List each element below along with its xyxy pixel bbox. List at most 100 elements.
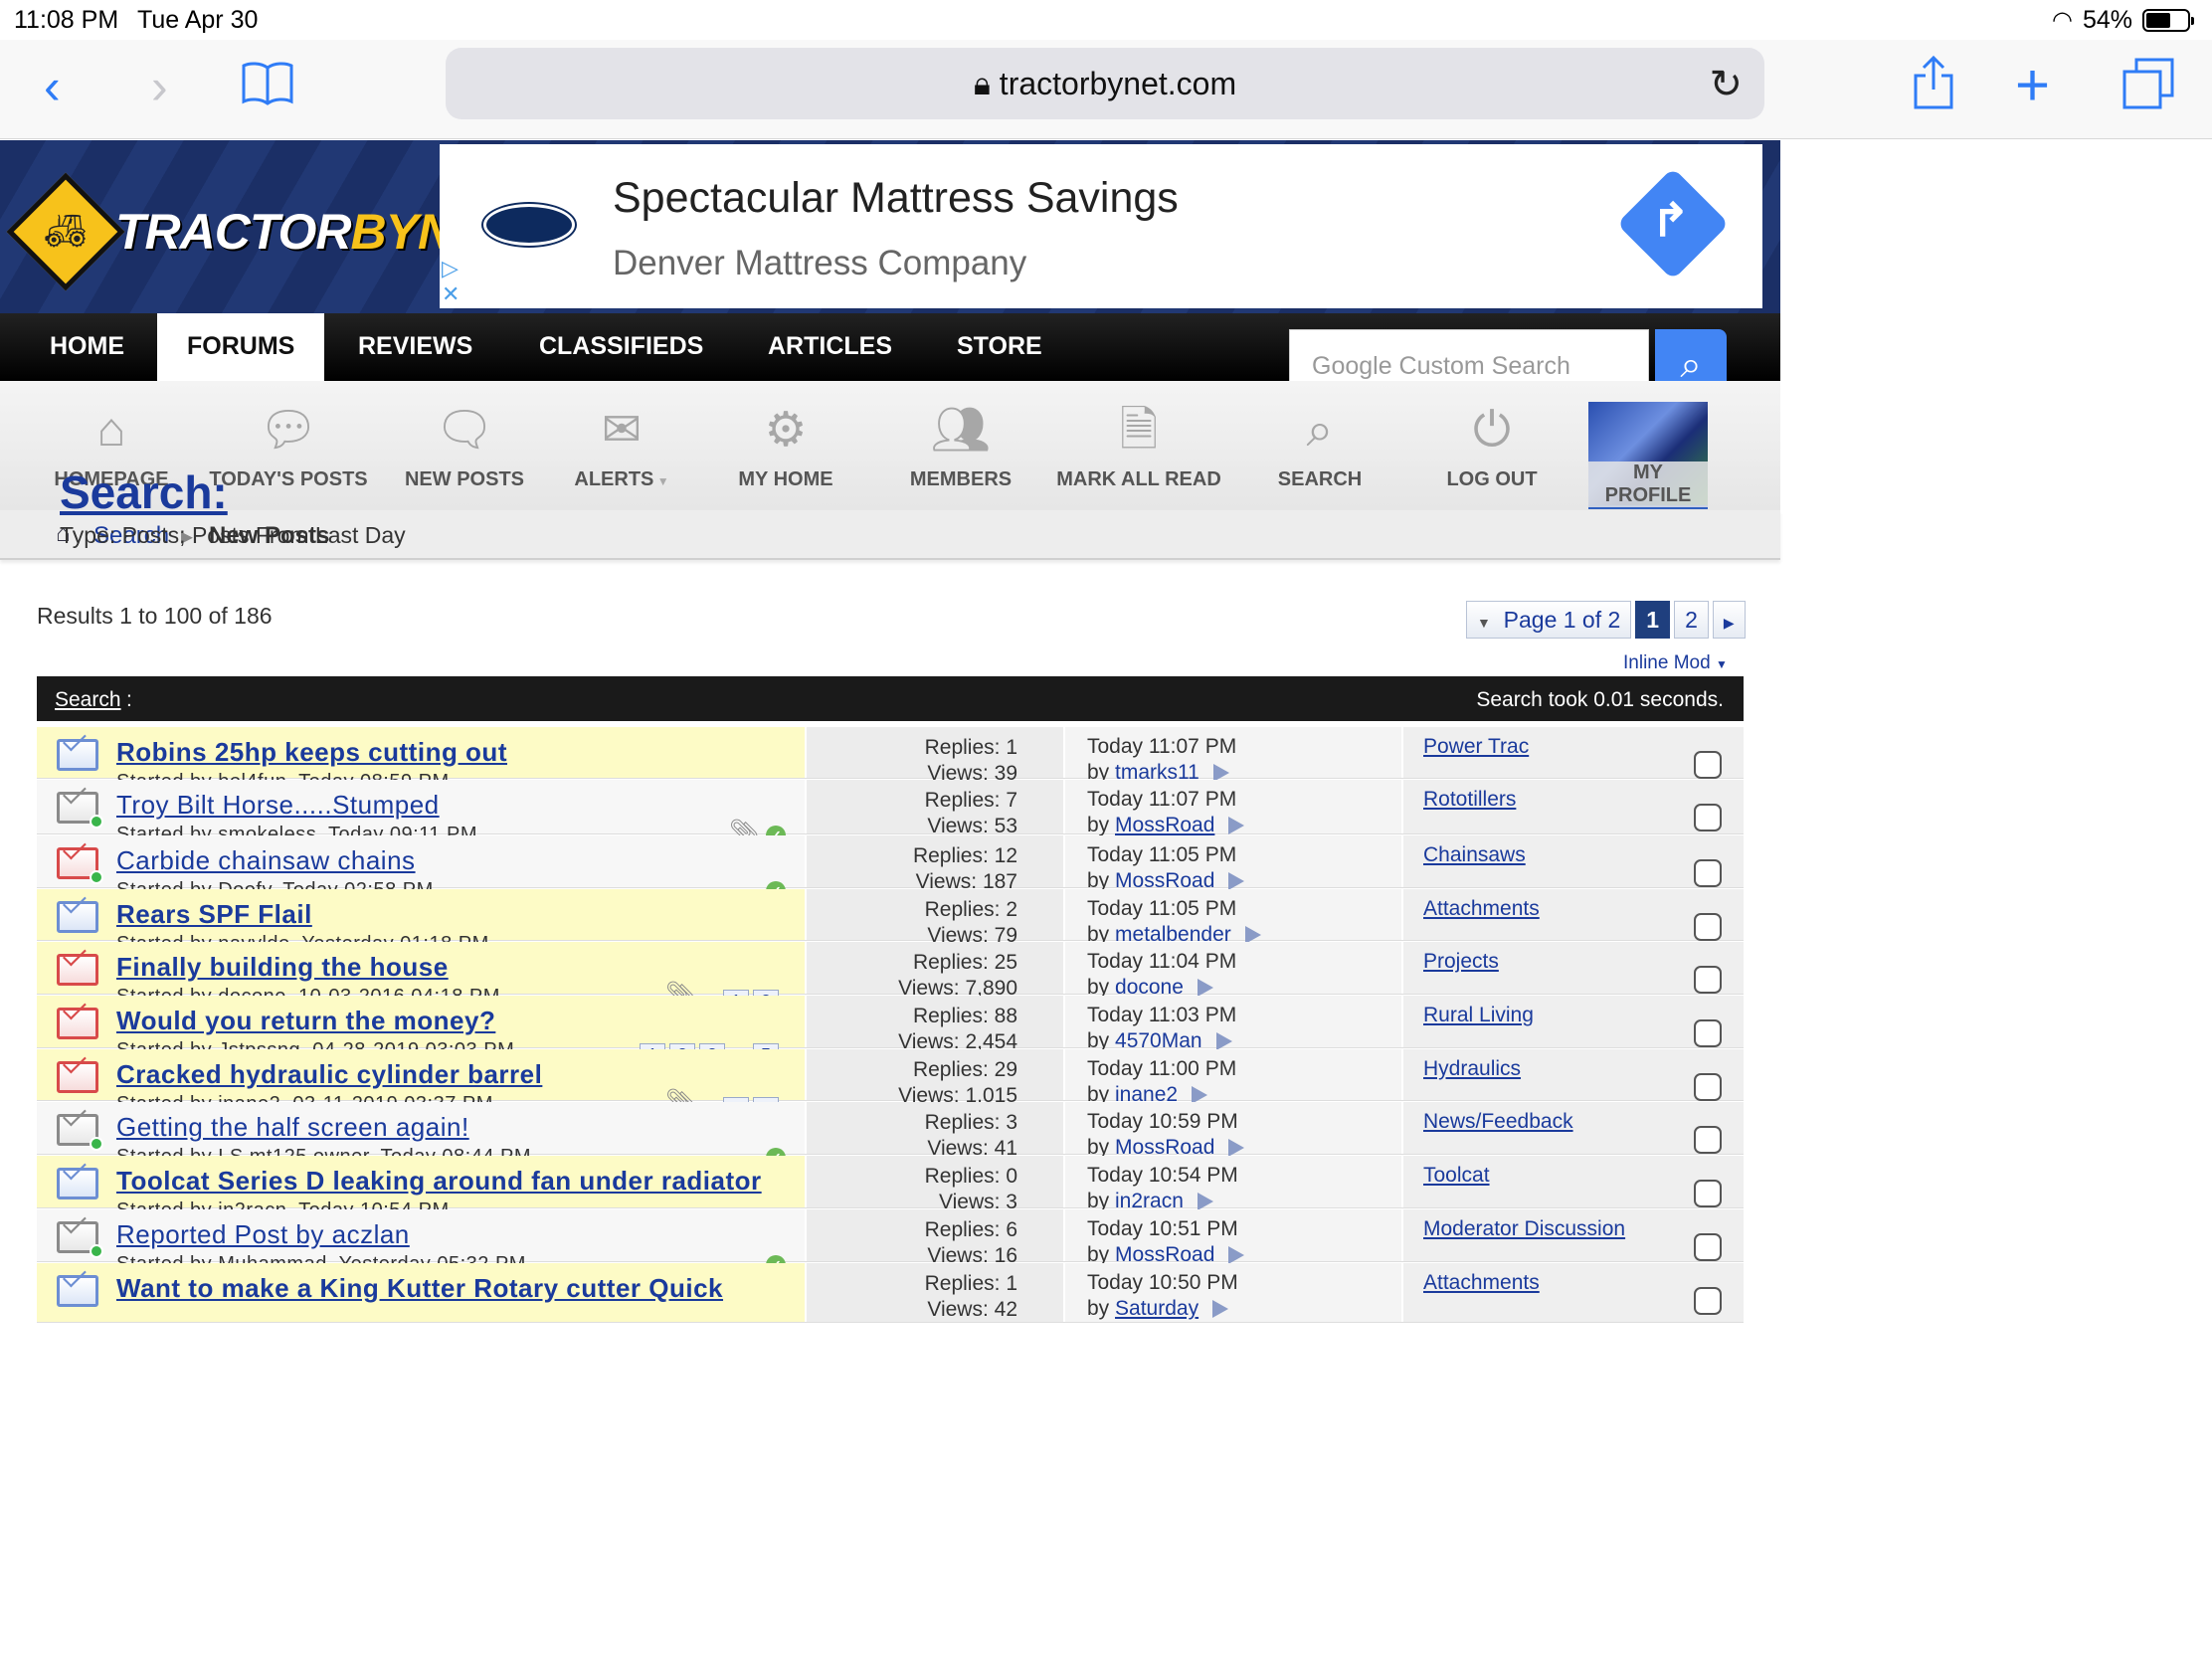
last-post-cell: Today 11:07 PM by MossRoad <box>1063 780 1401 836</box>
select-checkbox[interactable] <box>1694 1180 1722 1207</box>
ad-banner[interactable]: ▷ ✕ Spectacular Mattress Savings Denver M… <box>440 144 1762 308</box>
forum-link[interactable]: Moderator Discussion <box>1423 1217 1625 1241</box>
status-right: ◠ 54% <box>2052 6 2194 35</box>
thread-title-link[interactable]: Carbide chainsaw chains <box>116 845 416 876</box>
thread-stats-cell: Replies: 6 Views: 16 <box>805 1209 1063 1267</box>
table-row: Toolcat Series D leaking around fan unde… <box>37 1156 1744 1221</box>
book-icon[interactable] <box>241 60 294 113</box>
go-to-last-post-icon[interactable] <box>1228 872 1245 891</box>
last-post-time: Today 11:03 PM <box>1087 1004 1237 1026</box>
last-poster-link[interactable]: Saturday <box>1115 1297 1198 1320</box>
thread-title-cell: Toolcat Series D leaking around fan unde… <box>37 1156 805 1221</box>
forum-link[interactable]: Projects <box>1423 950 1499 974</box>
forum-link[interactable]: Rototillers <box>1423 788 1516 812</box>
thread-stats-cell: Replies: 25 Views: 7,890 <box>805 942 1063 1000</box>
table-head-search-link[interactable]: Search <box>55 688 121 712</box>
nav-forums[interactable]: FORUMS <box>157 313 325 381</box>
directions-arrow-icon[interactable]: ↱ <box>1616 167 1730 280</box>
thread-title-link[interactable]: Rears SPF Flail <box>116 899 312 930</box>
plus-icon[interactable]: + <box>2015 56 2050 115</box>
reload-icon[interactable]: ↻ <box>1709 62 1743 107</box>
thread-title-link[interactable]: Reported Post by aczlan <box>116 1219 410 1250</box>
forum-link[interactable]: Chainsaws <box>1423 843 1526 867</box>
iconbar-new-posts[interactable]: 🗨︎ NEW POSTS <box>398 381 531 510</box>
nav-store[interactable]: STORE <box>933 313 1066 381</box>
dropdown-caret-icon: ▼ <box>653 474 669 488</box>
forum-cell: Toolcat <box>1401 1156 1744 1207</box>
iconbar-members[interactable]: 👥︎ MEMBERS <box>901 381 1020 510</box>
iconbar-mark-all-read[interactable]: 🗎︎ MARK ALL READ <box>1052 381 1225 510</box>
thread-status-envelope-icon <box>57 1114 103 1151</box>
inline-mod-dropdown[interactable]: Inline Mod ▼ <box>1623 652 1728 674</box>
thread-title-cell: Would you return the money?Started by Js… <box>37 996 805 1067</box>
select-checkbox[interactable] <box>1694 1019 1722 1047</box>
select-checkbox[interactable] <box>1694 804 1722 831</box>
select-checkbox[interactable] <box>1694 913 1722 941</box>
forum-link[interactable]: Attachments <box>1423 897 1540 921</box>
thread-title-cell: Robins 25hp keeps cutting outStarted by … <box>37 727 805 793</box>
select-checkbox[interactable] <box>1694 1287 1722 1315</box>
thread-title-link[interactable]: Robins 25hp keeps cutting out <box>116 737 507 768</box>
go-to-last-post-icon[interactable] <box>1212 1300 1229 1319</box>
forum-link[interactable]: Hydraulics <box>1423 1057 1521 1081</box>
tabs-icon[interactable] <box>2122 58 2174 117</box>
chevron-left-icon[interactable]: ‹ <box>44 62 61 111</box>
thread-status-envelope-icon <box>57 847 103 884</box>
reply-count: Replies: 3 <box>924 1111 1017 1134</box>
adchoices-icon[interactable]: ▷ ✕ <box>442 256 460 307</box>
my-profile-avatar[interactable]: MY PROFILE <box>1588 402 1708 509</box>
thread-title-link[interactable]: Getting the half screen again! <box>116 1112 469 1143</box>
forum-cell: Attachments <box>1401 889 1744 941</box>
select-checkbox[interactable] <box>1694 1126 1722 1154</box>
forum-cell: Power Trac <box>1401 727 1744 779</box>
go-to-last-post-icon[interactable] <box>1228 817 1245 835</box>
thread-title-link[interactable]: Want to make a King Kutter Rotary cutter… <box>116 1273 723 1304</box>
page-title[interactable]: Search: <box>60 465 228 519</box>
go-to-last-post-icon[interactable] <box>1197 979 1213 998</box>
forum-link[interactable]: Power Trac <box>1423 735 1529 759</box>
page-jump-dropdown[interactable]: ▼ Page 1 of 2 <box>1466 601 1632 639</box>
next-page-button[interactable]: ▶ <box>1712 601 1746 639</box>
thread-title-link[interactable]: Troy Bilt Horse.....Stumped <box>116 790 440 821</box>
select-checkbox[interactable] <box>1694 1233 1722 1261</box>
address-bar[interactable]: 🔒︎ tractorbynet.com ↻ <box>446 48 1764 119</box>
page-link[interactable]: 2 <box>1674 601 1709 639</box>
thread-status-envelope-icon <box>57 1168 98 1199</box>
select-checkbox[interactable] <box>1694 859 1722 887</box>
nav-classifieds[interactable]: CLASSIFIEDS <box>515 313 727 381</box>
go-to-last-post-icon[interactable] <box>1228 1139 1245 1158</box>
chevron-right-icon[interactable]: › <box>151 62 168 111</box>
iconbar-log-out[interactable]: ⏻ LOG OUT <box>1432 381 1552 510</box>
nav-articles[interactable]: ARTICLES <box>744 313 916 381</box>
forum-link[interactable]: Rural Living <box>1423 1004 1534 1027</box>
logo-text-a: TRACTOR <box>115 204 352 260</box>
go-to-last-post-icon[interactable] <box>1197 1193 1213 1211</box>
table-row: Troy Bilt Horse.....Stumped Started by sm… <box>37 780 1744 845</box>
select-checkbox[interactable] <box>1694 1073 1722 1101</box>
reply-count: Replies: 6 <box>924 1218 1017 1241</box>
forum-cell: Hydraulics <box>1401 1049 1744 1101</box>
advertiser-logo <box>483 204 575 246</box>
forum-link[interactable]: News/Feedback <box>1423 1110 1573 1134</box>
reply-count: Replies: 88 <box>912 1005 1017 1027</box>
go-to-last-post-icon[interactable] <box>1228 1246 1245 1265</box>
thread-title-link[interactable]: Toolcat Series D leaking around fan unde… <box>116 1166 762 1197</box>
forum-link[interactable]: Attachments <box>1423 1271 1540 1295</box>
nav-reviews[interactable]: REVIEWS <box>334 313 496 381</box>
last-poster-link[interactable]: MossRoad <box>1115 814 1214 836</box>
select-checkbox[interactable] <box>1694 966 1722 994</box>
iconbar-search[interactable]: ⌕ SEARCH <box>1265 381 1375 510</box>
reply-count: Replies: 2 <box>924 898 1017 921</box>
thread-title-link[interactable]: Finally building the house <box>116 952 449 983</box>
table-row: Reported Post by aczlanStarted by Muhamm… <box>37 1209 1744 1275</box>
iconbar-my-home[interactable]: ⚙ MY HOME <box>726 381 845 510</box>
table-row: Want to make a King Kutter Rotary cutter… <box>37 1263 1744 1323</box>
thread-title-link[interactable]: Would you return the money? <box>116 1006 495 1036</box>
share-icon[interactable] <box>1912 55 1955 117</box>
forum-link[interactable]: Toolcat <box>1423 1164 1490 1188</box>
go-to-last-post-icon[interactable] <box>1215 1032 1232 1051</box>
thread-title-link[interactable]: Cracked hydraulic cylinder barrel <box>116 1059 542 1090</box>
nav-home[interactable]: HOME <box>26 313 148 381</box>
select-checkbox[interactable] <box>1694 751 1722 779</box>
iconbar-alerts[interactable]: ✉ ALERTS ▼ <box>557 381 686 510</box>
